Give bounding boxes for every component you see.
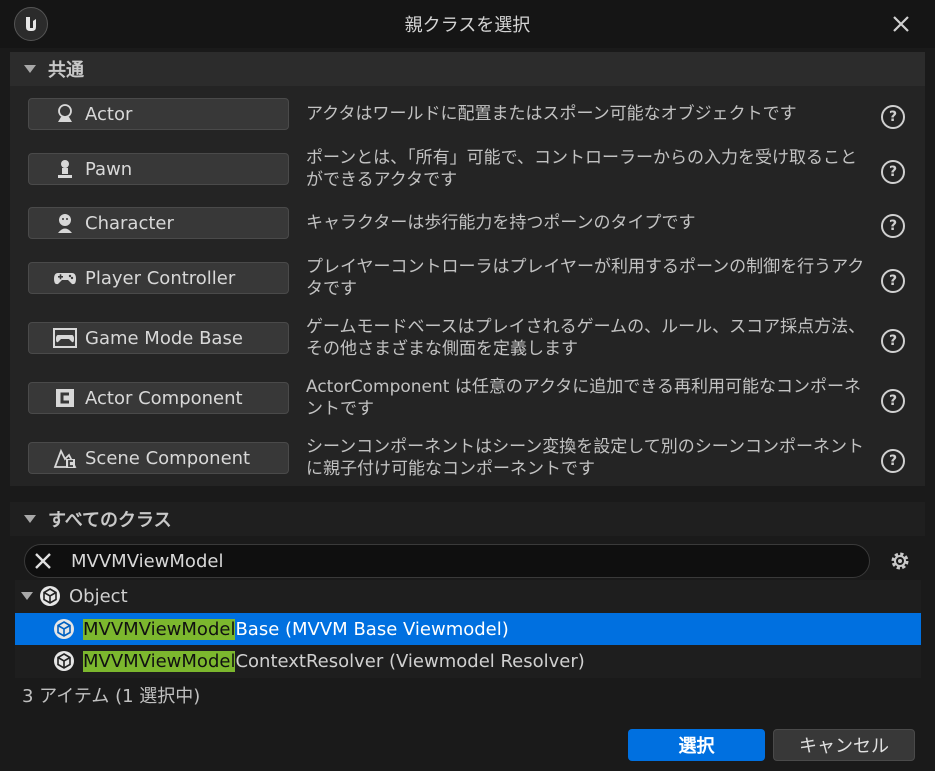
search-value: MVVMViewModel (71, 550, 224, 572)
gamepad-icon (53, 266, 77, 290)
character-class-label: Character (85, 212, 174, 234)
game-mode-base-class-label: Game Mode Base (85, 327, 243, 349)
pawn-class-button[interactable]: Pawn (28, 153, 289, 185)
help-icon[interactable]: ? (881, 329, 905, 353)
collapse-arrow-icon (24, 65, 36, 73)
select-button[interactable]: 選択 (628, 729, 765, 761)
tree-root-label: Object (69, 585, 128, 607)
common-class-row: Character キャラクターは歩行能力を持つポーンのタイプです ? (10, 198, 925, 248)
help-icon[interactable]: ? (881, 389, 905, 413)
class-tree: Object MVVMViewModel Base (MVVM Base View… (15, 580, 921, 678)
actor-component-class-description: ActorComponent は任意のアクタに追加できる再利用可能なコンポーネン… (306, 377, 861, 419)
common-class-row: Player Controller プレイヤーコントローラはプレイヤーが利用する… (10, 253, 925, 303)
title-bar: 親クラスを選択 (0, 0, 935, 48)
clear-search-icon[interactable] (29, 547, 57, 575)
common-class-row: Scene Component シーンコンポーネントはシーン変換を設定して別のシ… (10, 433, 925, 483)
pawn-class-description: ポーンとは、「所有」可能で、コントローラーからの入力を受け取ることができるアクタ… (306, 148, 857, 190)
actor-component-class-button[interactable]: Actor Component (28, 382, 289, 414)
item-count-status: 3 アイテム (1 選択中) (22, 686, 201, 707)
scene-component-class-button[interactable]: Scene Component (28, 442, 289, 474)
game-mode-base-class-button[interactable]: Game Mode Base (28, 322, 289, 354)
character-class-description: キャラクターは歩行能力を持つポーンのタイプです (306, 213, 696, 233)
common-section-label: 共通 (48, 60, 84, 81)
character-class-button[interactable]: Character (28, 207, 289, 239)
gear-icon[interactable] (886, 547, 914, 575)
cancel-button[interactable]: キャンセル (773, 729, 915, 761)
tree-item-label: Base (MVVM Base Viewmodel) (235, 618, 509, 640)
tree-item[interactable]: MVVMViewModel Base (MVVM Base Viewmodel) (15, 613, 921, 645)
common-section-header[interactable]: 共通 (10, 52, 925, 86)
search-match-highlight: MVVMViewModel (83, 650, 236, 672)
scene-component-class-label: Scene Component (85, 447, 251, 469)
class-search-input[interactable]: MVVMViewModel (24, 544, 870, 578)
unreal-logo-icon (14, 7, 48, 41)
actor-class-label: Actor (85, 103, 133, 125)
help-icon[interactable]: ? (881, 214, 905, 238)
all-classes-section-label: すべてのクラス (48, 510, 172, 531)
search-match-highlight: MVVMViewModel (83, 618, 236, 640)
help-icon[interactable]: ? (881, 449, 905, 473)
pick-parent-class-dialog: 親クラスを選択 共通 Actor アクタはワールドに配置またはスポーン可能なオブ… (0, 0, 935, 771)
tree-root-object[interactable]: Object (15, 580, 921, 612)
help-icon[interactable]: ? (881, 105, 905, 129)
pawn-class-label: Pawn (85, 158, 133, 180)
common-class-row: Actor Component ActorComponent は任意のアクタに追… (10, 373, 925, 423)
pawn-icon (53, 157, 77, 181)
actor-class-description: アクタはワールドに配置またはスポーン可能なオブジェクトです (306, 104, 797, 124)
actor-icon (53, 102, 77, 126)
player-controller-class-description: プレイヤーコントローラはプレイヤーが利用するポーンの制御を行うアクタです (306, 257, 865, 299)
dialog-title: 親クラスを選択 (404, 15, 531, 36)
tree-item-label: ContextResolver (Viewmodel Resolver) (235, 650, 585, 672)
character-icon (53, 211, 77, 235)
tree-item[interactable]: MVVMViewModel ContextResolver (Viewmodel … (15, 645, 921, 677)
close-icon[interactable] (889, 12, 913, 36)
scene-component-icon (53, 446, 77, 470)
common-class-row: Pawn ポーンとは、「所有」可能で、コントローラーからの入力を受け取ることがで… (10, 144, 925, 194)
all-classes-section-header[interactable]: すべてのクラス (10, 502, 925, 536)
class-cube-icon (39, 585, 61, 607)
player-controller-class-button[interactable]: Player Controller (28, 262, 289, 294)
game-mode-icon (53, 326, 77, 350)
player-controller-class-label: Player Controller (85, 267, 236, 289)
actor-class-button[interactable]: Actor (28, 98, 289, 130)
common-class-row: Actor アクタはワールドに配置またはスポーン可能なオブジェクトです ? (10, 89, 925, 139)
actor-component-class-label: Actor Component (85, 387, 243, 409)
class-cube-icon (53, 650, 75, 672)
scene-component-class-description: シーンコンポーネントはシーン変換を設定して別のシーンコンポーネントに親子付け可能… (306, 437, 864, 479)
collapse-arrow-icon (24, 515, 36, 523)
help-icon[interactable]: ? (881, 160, 905, 184)
expand-arrow-icon (21, 592, 33, 600)
common-classes-panel: Actor アクタはワールドに配置またはスポーン可能なオブジェクトです ? Pa… (10, 86, 925, 486)
help-icon[interactable]: ? (881, 269, 905, 293)
actor-component-icon (53, 386, 77, 410)
game-mode-base-class-description: ゲームモードベースはプレイされるゲームの、ルール、スコア採点方法、その他さまざま… (306, 317, 866, 359)
class-cube-icon (53, 618, 75, 640)
common-class-row: Game Mode Base ゲームモードベースはプレイされるゲームの、ルール、… (10, 313, 925, 363)
